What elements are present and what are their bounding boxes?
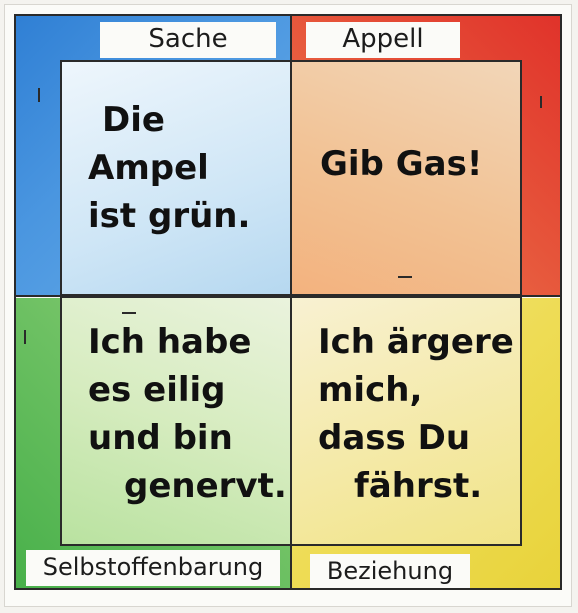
message-line: es eilig <box>88 370 226 410</box>
message-appell: Gib Gas! <box>320 140 482 188</box>
message-beziehung: Ich ärgere mich, dass Du fährst. <box>318 318 514 510</box>
message-line: Ich ärgere <box>318 322 514 362</box>
label-selbstoffenbarung: Selbstoffenbarung <box>26 550 280 586</box>
message-line: Die <box>102 100 165 140</box>
message-line: und bin <box>88 418 233 458</box>
message-selbstoffenbarung: Ich habe es eilig und bin genervt. <box>88 318 287 510</box>
message-line: mich, <box>318 370 423 410</box>
message-line: genervt. <box>124 466 287 506</box>
message-line: Ich habe <box>88 322 252 362</box>
message-line: Ampel <box>88 148 209 188</box>
pen-mark <box>398 276 412 278</box>
vertical-divider <box>290 14 292 590</box>
message-line: ist grün. <box>88 196 251 236</box>
message-sache: Die Ampel ist grün. <box>88 96 250 240</box>
label-sache: Sache <box>100 22 276 58</box>
pen-mark <box>38 88 40 102</box>
label-appell: Appell <box>306 22 460 58</box>
horizontal-divider <box>14 295 562 297</box>
label-beziehung: Beziehung <box>310 554 470 588</box>
message-line: dass Du <box>318 418 471 458</box>
pen-mark <box>24 330 26 344</box>
communication-square-diagram: Sache Appell Selbstoffenbarung Beziehung… <box>0 0 578 613</box>
message-line: fährst. <box>354 466 483 506</box>
message-line: Gib Gas! <box>320 144 483 184</box>
pen-mark <box>540 96 542 108</box>
pen-mark <box>122 312 136 314</box>
